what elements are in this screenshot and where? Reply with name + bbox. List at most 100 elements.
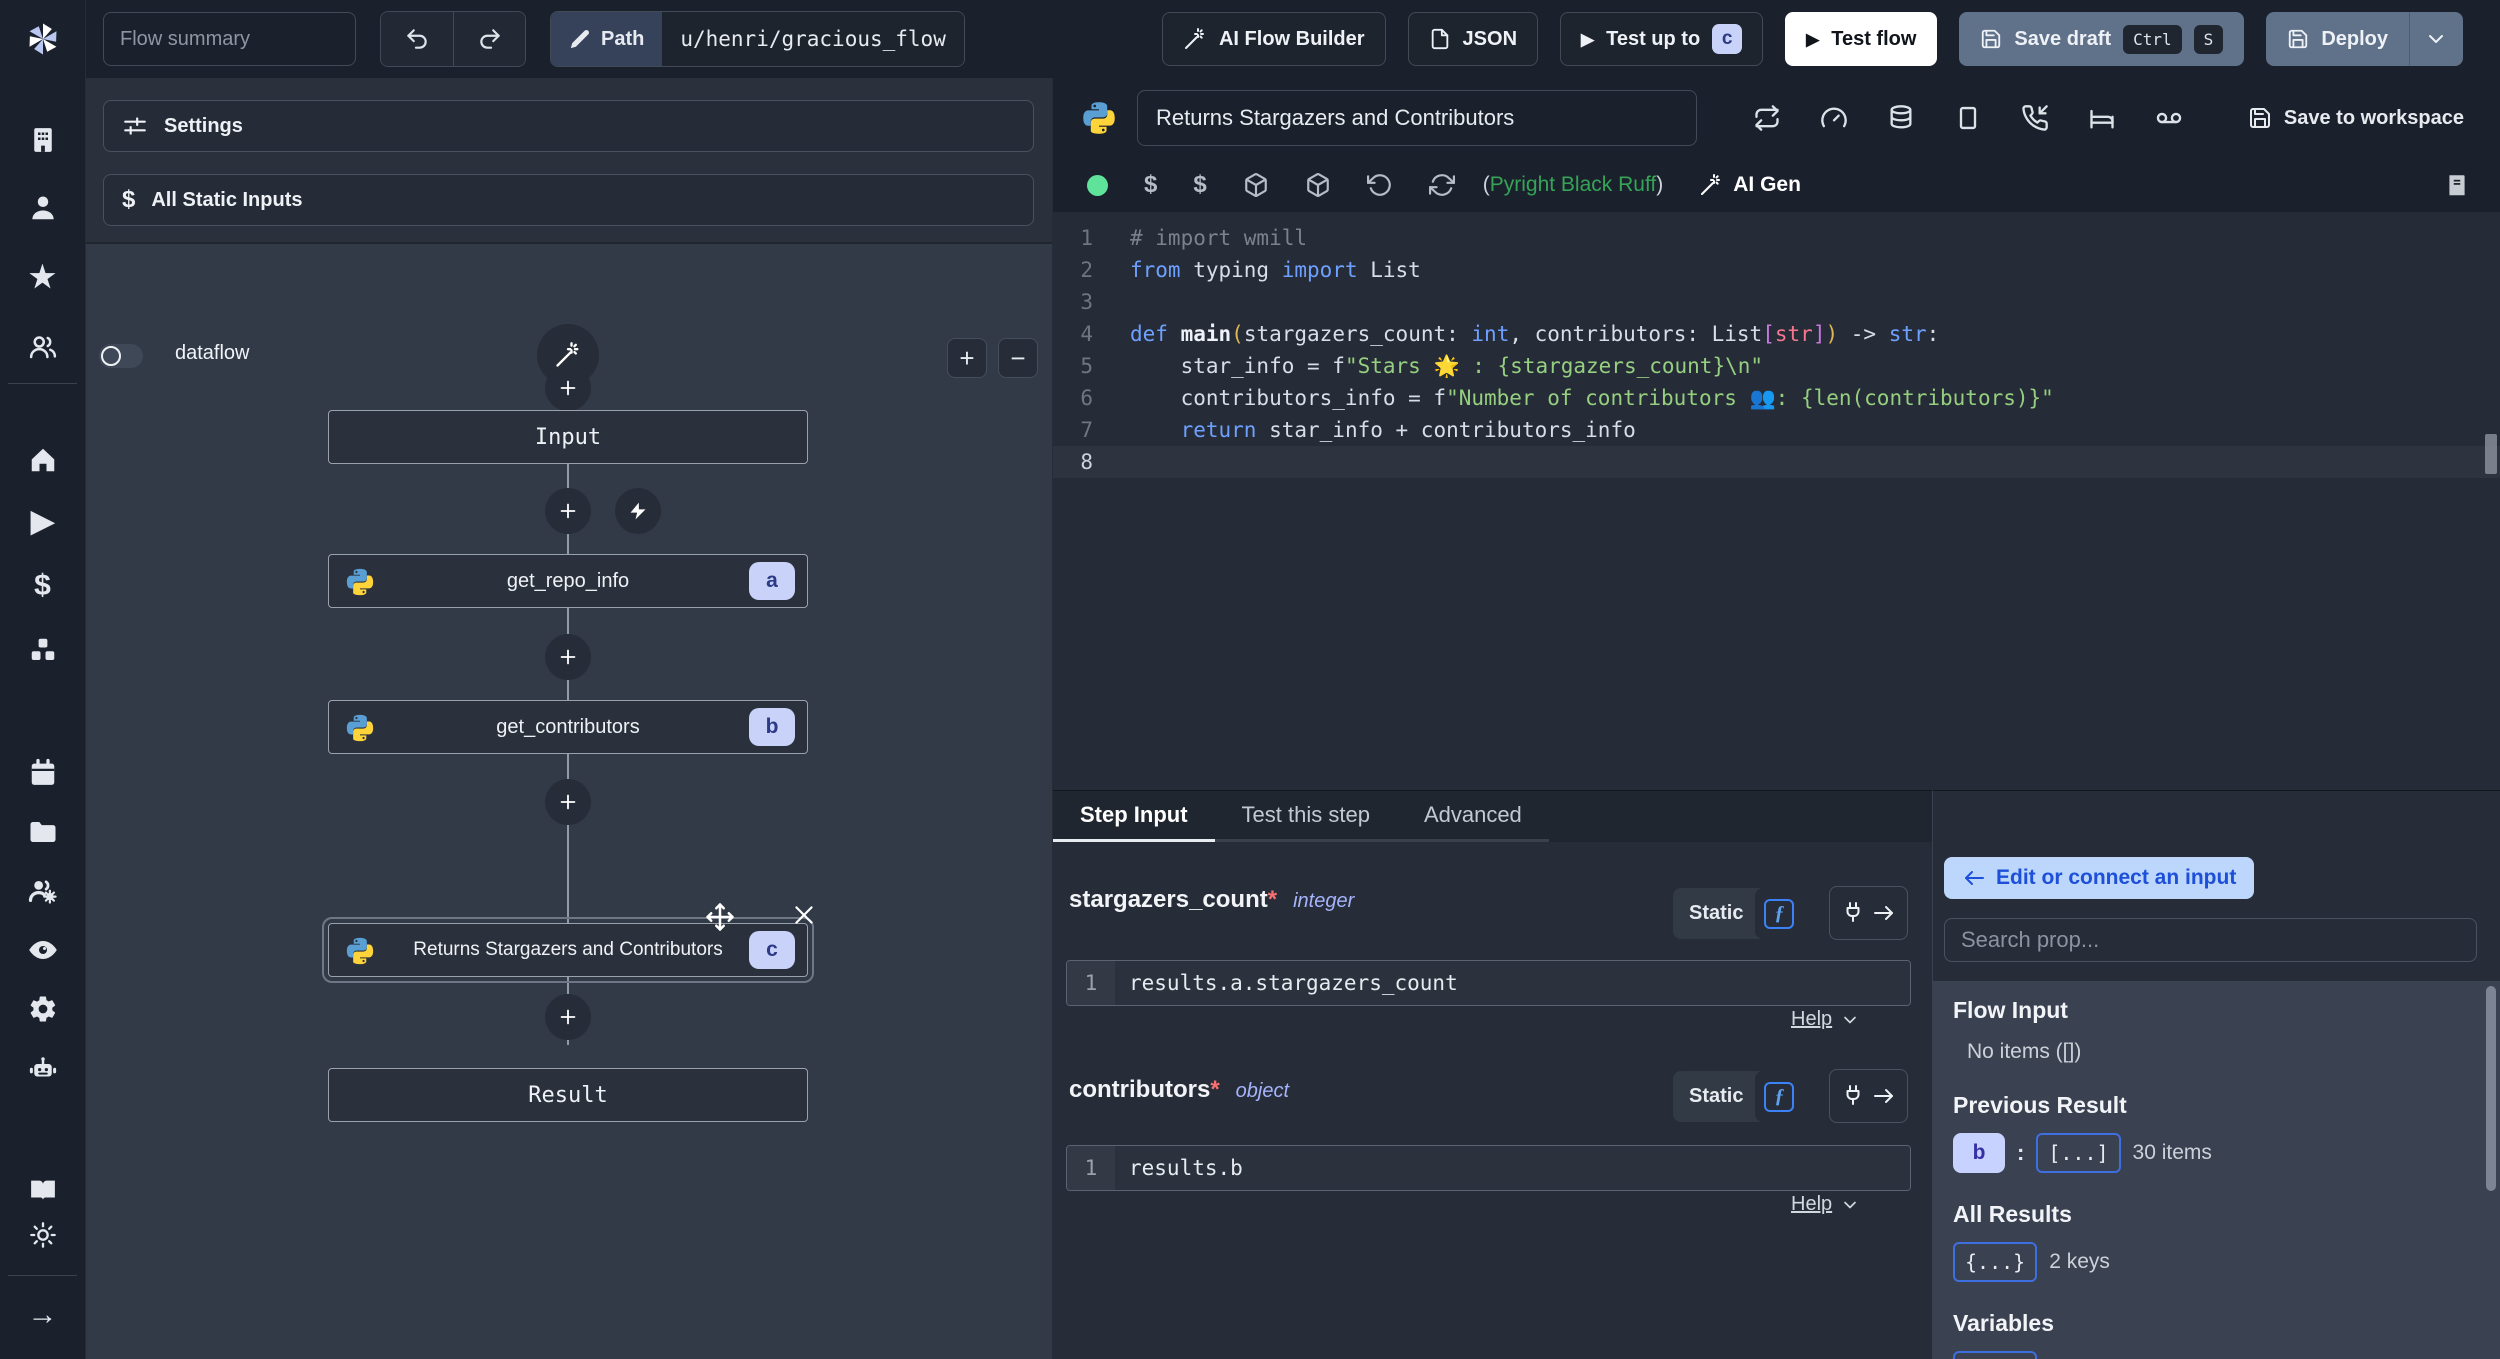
user-group-gear-icon[interactable] <box>0 864 85 918</box>
calendar-icon[interactable] <box>0 746 85 800</box>
static-toggle-contributors[interactable]: Static ƒ <box>1673 1071 1804 1122</box>
test-up-to-button[interactable]: ▶ Test up to c <box>1560 12 1764 66</box>
python-icon <box>346 568 374 596</box>
resource-picker-icon[interactable]: $ <box>1193 173 1206 197</box>
expr-input-stargazers[interactable]: 1 results.a.stargazers_count <box>1066 960 1911 1006</box>
gauge-icon[interactable] <box>1820 104 1848 132</box>
code-line[interactable]: 3 <box>1053 286 2500 318</box>
connect-input-button-contributors[interactable] <box>1829 1069 1908 1123</box>
gear-icon[interactable] <box>0 982 85 1036</box>
code-editor[interactable]: 1 # import wmill 2 from typing import List 3… <box>1053 212 2500 790</box>
phone-incoming-icon[interactable] <box>2021 104 2049 132</box>
json-button[interactable]: JSON <box>1407 12 1539 66</box>
add-step-button[interactable] <box>545 779 591 825</box>
code-line[interactable]: 8 <box>1053 446 2500 478</box>
expr-input-contributors[interactable]: 1 results.b <box>1066 1145 1911 1191</box>
variable-picker-icon[interactable]: $ <box>1144 173 1157 197</box>
code-line[interactable]: 6 contributors_info = f"Number of contri… <box>1053 382 2500 414</box>
arrow-right-icon[interactable]: → <box>0 1288 85 1342</box>
dataflow-toggle[interactable] <box>99 344 143 368</box>
static-toggle-stargazers[interactable]: Static ƒ <box>1673 888 1804 939</box>
editor-scrollbar[interactable] <box>2485 434 2497 474</box>
code-line[interactable]: 2 from typing import List <box>1053 254 2500 286</box>
play-icon[interactable]: ▶ <box>0 495 85 549</box>
object-badge[interactable]: {...} <box>1953 1351 2038 1359</box>
cache-database-icon[interactable] <box>1887 104 1915 132</box>
code-assistants-status[interactable]: (Pyright Black Ruff) <box>1483 173 1664 197</box>
add-step-button[interactable] <box>545 994 591 1040</box>
code-line[interactable]: 1 # import wmill <box>1053 222 2500 254</box>
windmill-flow-editor: ★ ▶ $ → Flow summary Path u/henri/gracio… <box>0 0 2500 1359</box>
code-line[interactable]: 7 return star_info + contributors_info <box>1053 414 2500 446</box>
array-badge[interactable]: [...] <box>2036 1133 2121 1173</box>
step-node-a[interactable]: get_repo_info a <box>328 554 808 608</box>
all-results-title: All Results <box>1953 1201 2072 1227</box>
tab-step-input[interactable]: Step Input <box>1053 791 1215 842</box>
folder-icon[interactable] <box>0 805 85 859</box>
panel-divider[interactable] <box>1052 78 1053 1359</box>
javascript-mode-segment[interactable]: ƒ <box>1755 1071 1804 1122</box>
retry-repeat-icon[interactable] <box>1753 104 1781 132</box>
user-icon[interactable] <box>0 181 85 235</box>
package-icon[interactable] <box>1243 172 1269 198</box>
voicemail-icon[interactable] <box>2155 104 2183 132</box>
search-prop-input[interactable] <box>1944 918 2477 962</box>
eye-icon[interactable] <box>0 923 85 977</box>
zoom-out-button[interactable]: − <box>998 338 1038 378</box>
python-icon <box>1083 102 1115 134</box>
step-title-input[interactable] <box>1137 90 1697 146</box>
undo-button[interactable] <box>381 12 453 66</box>
move-handle[interactable] <box>705 902 735 932</box>
input-node[interactable]: Input <box>328 410 808 464</box>
mock-square-icon[interactable] <box>1954 104 1982 132</box>
package-icon[interactable] <box>1305 172 1331 198</box>
delete-step-button[interactable] <box>791 902 817 932</box>
home-icon[interactable] <box>0 433 85 487</box>
edit-or-connect-button[interactable]: Edit or connect an input <box>1944 857 2255 899</box>
variables-title: Variables <box>1953 1310 2055 1336</box>
settings-button[interactable]: Settings <box>103 100 1034 152</box>
boxes-icon[interactable] <box>0 623 85 677</box>
flow-summary-input[interactable] <box>103 12 356 66</box>
add-step-button[interactable] <box>545 488 591 534</box>
deploy-dropdown-button[interactable] <box>2409 12 2463 66</box>
book-icon[interactable] <box>2444 172 2500 198</box>
javascript-mode-segment[interactable]: ƒ <box>1755 888 1804 939</box>
rotate-ccw-icon[interactable] <box>1366 172 1393 198</box>
building-icon[interactable] <box>0 113 85 167</box>
save-to-workspace-button[interactable]: Save to workspace <box>2248 106 2500 130</box>
users-icon[interactable] <box>0 320 85 374</box>
connect-input-button-stargazers[interactable] <box>1829 886 1908 940</box>
star-icon[interactable]: ★ <box>0 251 85 305</box>
tab-test-this-step[interactable]: Test this step <box>1214 791 1397 842</box>
step-node-b[interactable]: get_contributors b <box>328 700 808 754</box>
sleep-bed-icon[interactable] <box>2088 104 2116 132</box>
ai-gen-button[interactable]: AI Gen <box>1699 173 1801 197</box>
save-draft-button[interactable]: Save draft Ctrl S <box>1959 12 2245 66</box>
code-line[interactable]: 5 star_info = f"Stars 🌟 : {stargazers_co… <box>1053 350 2500 382</box>
robot-icon[interactable] <box>0 1042 85 1096</box>
ai-flow-builder-button[interactable]: AI Flow Builder <box>1161 12 1386 66</box>
windmill-logo[interactable] <box>0 12 85 66</box>
panel-scrollbar[interactable] <box>2486 986 2496 1191</box>
add-step-top-button[interactable] <box>545 365 591 411</box>
help-link[interactable]: Help <box>1791 1193 1860 1216</box>
path-chip[interactable]: Path u/henri/gracious_flow <box>550 11 965 67</box>
redo-button[interactable] <box>453 12 525 66</box>
dollar-icon[interactable]: $ <box>0 559 85 613</box>
deploy-button[interactable]: Deploy <box>2266 12 2409 66</box>
object-badge[interactable]: {...} <box>1953 1242 2038 1282</box>
sun-icon[interactable] <box>0 1208 85 1262</box>
refresh-icon[interactable] <box>1428 172 1455 198</box>
result-node[interactable]: Result <box>328 1068 808 1122</box>
key-badge-b[interactable]: b <box>1953 1133 2005 1173</box>
test-flow-button[interactable]: ▶ Test flow <box>1785 12 1938 66</box>
code-line[interactable]: 4 def main(stargazers_count: int, contrib… <box>1053 318 2500 350</box>
path-value[interactable]: u/henri/gracious_flow <box>662 12 964 66</box>
add-step-button[interactable] <box>545 634 591 680</box>
tab-advanced[interactable]: Advanced <box>1396 791 1549 842</box>
all-static-inputs-button[interactable]: $ All Static Inputs <box>103 174 1034 226</box>
add-trigger-button[interactable] <box>615 488 661 534</box>
help-link[interactable]: Help <box>1791 1008 1860 1031</box>
zoom-in-button[interactable]: + <box>947 338 987 378</box>
